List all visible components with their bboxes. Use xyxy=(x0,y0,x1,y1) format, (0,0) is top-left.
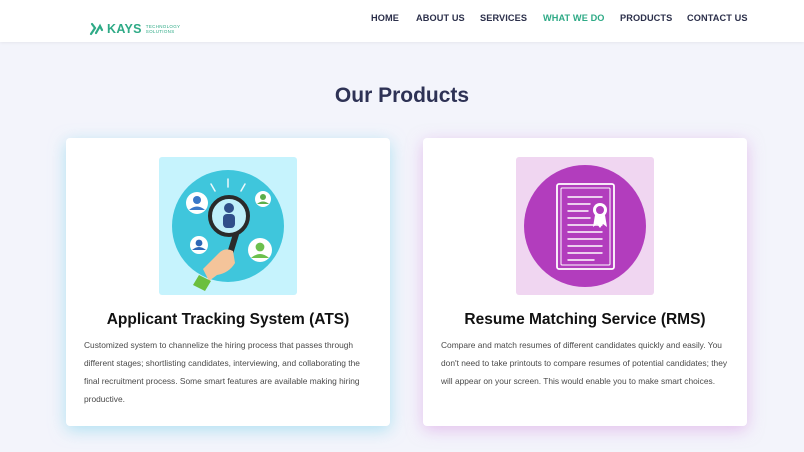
nav-what-we-do[interactable]: WHAT WE DO xyxy=(543,13,605,23)
rms-description: Compare and match resumes of different c… xyxy=(441,340,728,386)
logo-tagline-line2: SOLUTIONS xyxy=(145,29,175,34)
magnifier-candidates-icon xyxy=(172,170,284,291)
site-header: KAYS TECHNOLOGY SOLUTIONS HOME ABOUT US … xyxy=(0,0,804,42)
nav-contact-us[interactable]: CONTACT US xyxy=(687,13,748,23)
section-title: Our Products xyxy=(334,84,470,107)
rms-title: Resume Matching Service (RMS) xyxy=(464,311,706,328)
ats-title: Applicant Tracking System (ATS) xyxy=(106,311,350,328)
nav-home[interactable]: HOME xyxy=(371,13,399,23)
rms-illustration xyxy=(516,157,654,295)
ats-description: Customized system to channelize the hiri… xyxy=(84,340,360,404)
certificate-document-icon xyxy=(524,165,646,287)
nav-services[interactable]: SERVICES xyxy=(480,13,527,23)
nav-about-us[interactable]: ABOUT US xyxy=(416,13,465,23)
nav-products[interactable]: PRODUCTS xyxy=(620,13,672,23)
product-card-ats[interactable]: Applicant Tracking System (ATS) Customiz… xyxy=(66,138,390,426)
main-nav: HOME ABOUT US SERVICES WHAT WE DO PRODUC… xyxy=(0,13,804,27)
ats-illustration xyxy=(159,157,297,295)
product-card-rms[interactable]: Resume Matching Service (RMS) Compare an… xyxy=(423,138,747,426)
